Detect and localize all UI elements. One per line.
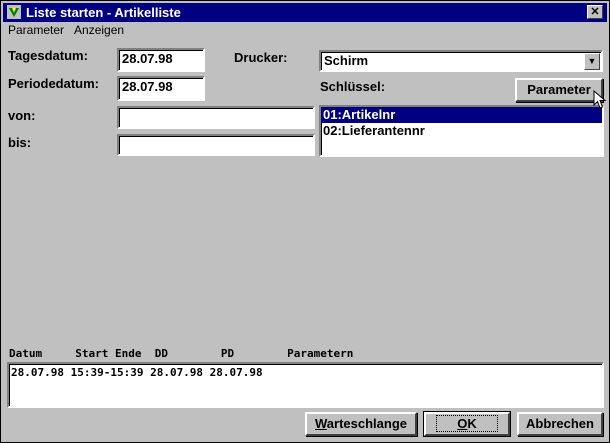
bis-label: bis: — [8, 135, 32, 150]
history-header: Datum Start Ende DD PD Parametern — [9, 347, 354, 360]
parameter-button[interactable]: Parameter — [515, 78, 603, 102]
table-row[interactable]: 28.07.98 15:39-15:39 28.07.98 28.07.98 — [9, 364, 602, 379]
app-icon — [7, 5, 21, 19]
menu-anzeigen[interactable]: Anzeigen — [69, 23, 129, 37]
bis-field[interactable] — [117, 134, 315, 156]
drucker-value: Schirm — [324, 53, 369, 68]
schluessel-label: Schlüssel: — [320, 79, 386, 94]
von-field[interactable] — [117, 106, 315, 129]
periodedatum-label: Periodedatum: — [8, 76, 100, 91]
list-item[interactable]: 02:Lieferantennr — [321, 123, 602, 139]
chevron-down-icon: ▼ — [587, 56, 597, 66]
close-icon: ✕ — [590, 6, 600, 18]
list-item[interactable]: 01:Artikelnr — [321, 107, 602, 123]
periodedatum-field[interactable]: 28.07.98 — [117, 76, 205, 101]
tagesdatum-label: Tagesdatum: — [8, 48, 88, 63]
close-button[interactable]: ✕ — [587, 5, 603, 19]
combo-dropdown-button[interactable]: ▼ — [584, 53, 600, 70]
menu-bar: Parameter Anzeigen — [3, 23, 129, 39]
queue-button[interactable]: Warteschlange — [305, 412, 417, 436]
menu-parameter[interactable]: Parameter — [3, 23, 69, 37]
drucker-combo[interactable]: Schirm ▼ — [319, 50, 603, 72]
history-list[interactable]: 28.07.98 15:39-15:39 28.07.98 28.07.98 — [7, 362, 604, 408]
dialog-window: Liste starten - Artikelliste ✕ Parameter… — [0, 0, 610, 443]
window-title: Liste starten - Artikelliste — [26, 5, 181, 20]
tagesdatum-field[interactable]: 28.07.98 — [117, 48, 205, 72]
key-listbox[interactable]: 01:Artikelnr 02:Lieferantennr — [319, 105, 604, 157]
title-bar[interactable]: Liste starten - Artikelliste ✕ — [3, 3, 607, 22]
ok-button[interactable]: OK — [423, 411, 511, 437]
von-label: von: — [8, 108, 36, 123]
cancel-button[interactable]: Abbrechen — [517, 412, 603, 436]
drucker-label: Drucker: — [234, 50, 288, 65]
mouse-pointer-icon — [593, 90, 607, 109]
